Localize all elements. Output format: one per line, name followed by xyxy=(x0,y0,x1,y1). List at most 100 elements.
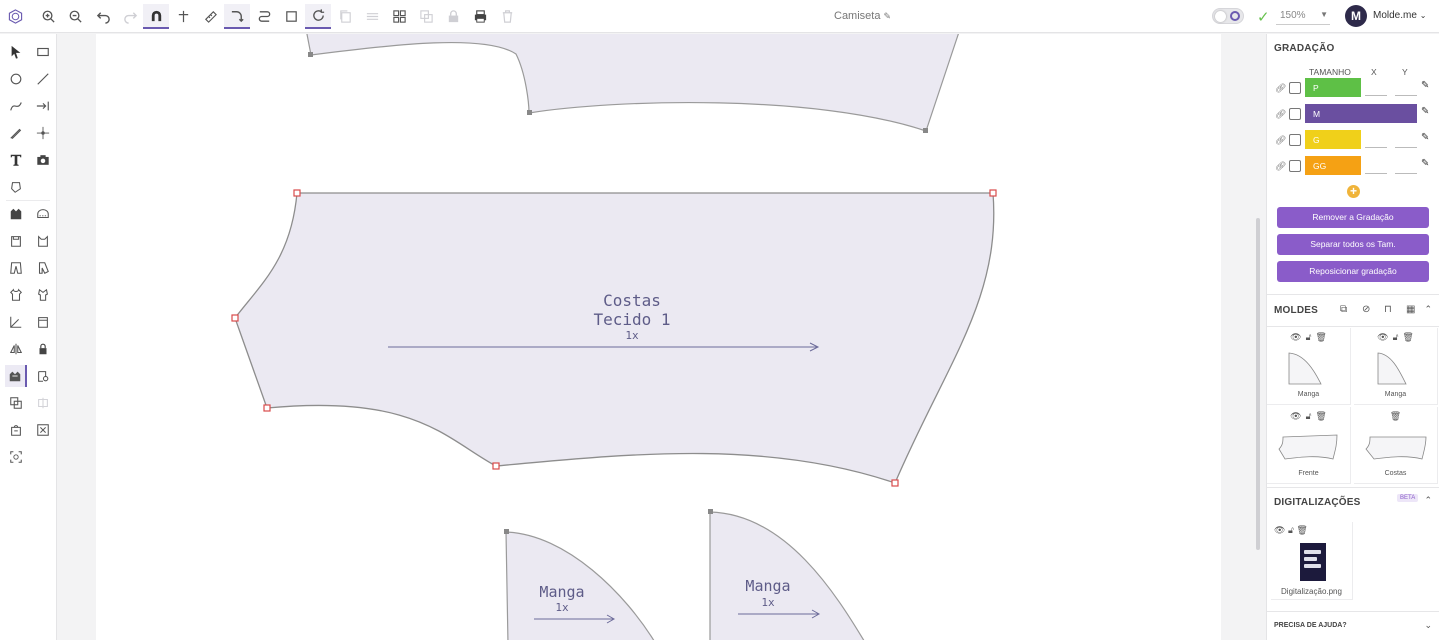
line-icon[interactable] xyxy=(32,68,54,90)
size-p-bar[interactable]: P xyxy=(1305,78,1361,97)
theme-toggle[interactable] xyxy=(1212,8,1244,24)
add-size-icon[interactable]: + xyxy=(1347,185,1360,198)
piece-search-icon[interactable] xyxy=(32,365,54,387)
camera-icon[interactable] xyxy=(32,149,54,171)
pencil-icon[interactable]: ✎ xyxy=(1421,158,1429,169)
undo-icon[interactable] xyxy=(90,4,116,29)
y-input[interactable] xyxy=(1395,173,1417,174)
pants-icon[interactable] xyxy=(5,257,27,279)
eye-icon[interactable]: 👁︎ xyxy=(1377,332,1388,342)
shirt-icon[interactable] xyxy=(5,284,27,306)
sleeve-icon[interactable] xyxy=(32,257,54,279)
magnet-icon[interactable] xyxy=(143,4,169,29)
shirt-mold-icon[interactable]: ⊓ xyxy=(1384,304,1392,315)
seam-icon[interactable] xyxy=(32,203,54,225)
lasso-icon[interactable] xyxy=(5,176,27,198)
duplicate-mold-icon[interactable]: ⧉ xyxy=(1340,304,1347,315)
eye-icon[interactable]: 👁︎ xyxy=(1274,525,1285,535)
redo-icon[interactable] xyxy=(117,4,143,29)
mold-card[interactable]: 🗑︎ Costas xyxy=(1354,407,1438,484)
piece-icon[interactable] xyxy=(5,230,27,252)
pencil-icon[interactable] xyxy=(5,122,27,144)
split-icon[interactable] xyxy=(32,392,54,414)
avatar[interactable]: M xyxy=(1345,5,1367,27)
grid-view-icon[interactable]: ▦ xyxy=(1406,304,1415,315)
y-input[interactable] xyxy=(1395,147,1417,148)
rectangle-icon[interactable] xyxy=(32,41,54,63)
circle-icon[interactable] xyxy=(5,68,27,90)
mold-card[interactable]: 👁︎ 🔓︎ 🗑︎ Manga xyxy=(1267,328,1351,405)
size-checkbox[interactable] xyxy=(1289,160,1301,172)
size-g-bar[interactable]: G xyxy=(1305,130,1361,149)
angle-icon[interactable] xyxy=(5,311,27,333)
bodice-icon[interactable] xyxy=(32,284,54,306)
duplicate-icon[interactable] xyxy=(413,4,439,29)
zoom-in-icon[interactable] xyxy=(35,4,61,29)
x-input[interactable] xyxy=(1365,147,1387,148)
size-m-bar[interactable]: M xyxy=(1305,104,1417,123)
eye-icon[interactable]: 👁︎ xyxy=(1290,332,1301,342)
bag-icon[interactable] xyxy=(5,419,27,441)
trash-icon[interactable]: 🗑︎ xyxy=(1315,411,1326,421)
edit-title-icon[interactable]: ✎ xyxy=(884,11,892,21)
drawing-canvas[interactable]: Costas Tecido 1 1x Manga 1x Manga 1x xyxy=(96,34,1221,640)
x-input[interactable] xyxy=(1365,95,1387,96)
eye-icon[interactable]: 👁︎ xyxy=(1290,411,1301,421)
unlock-icon[interactable]: 🔓︎ xyxy=(1306,332,1312,342)
mold-card[interactable]: 👁︎ 🔓︎ 🗑︎ Manga xyxy=(1354,328,1438,405)
canvas-scrollbar[interactable] xyxy=(1256,218,1260,550)
trash-icon[interactable]: 🗑︎ xyxy=(1390,411,1401,421)
link-icon[interactable]: 🔗︎ xyxy=(1275,135,1286,146)
frame-icon[interactable] xyxy=(278,4,304,29)
combine-icon[interactable] xyxy=(5,392,27,414)
copy-icon[interactable] xyxy=(332,4,358,29)
pencil-icon[interactable]: ✎ xyxy=(1421,106,1429,117)
trash-icon[interactable] xyxy=(494,4,520,29)
trash-icon[interactable]: 🗑︎ xyxy=(1402,332,1413,342)
lock-icon[interactable] xyxy=(440,4,466,29)
trash-icon[interactable]: 🗑︎ xyxy=(1315,332,1326,342)
remove-grading-button[interactable]: Remover a Gradação xyxy=(1277,207,1429,228)
unlock-icon[interactable]: 🔓︎ xyxy=(1393,332,1399,342)
help-title[interactable]: PRECISA DE AJUDA? xyxy=(1274,622,1347,629)
piece-lock-icon[interactable] xyxy=(32,338,54,360)
rotate-icon[interactable] xyxy=(305,4,331,29)
grid-icon[interactable] xyxy=(386,4,412,29)
frame-select-icon[interactable] xyxy=(32,419,54,441)
mirror-mold-icon[interactable]: ⊘ xyxy=(1362,304,1370,315)
path-icon[interactable] xyxy=(251,4,277,29)
curve-icon[interactable] xyxy=(5,95,27,117)
x-input[interactable] xyxy=(1365,173,1387,174)
separate-sizes-button[interactable]: Separar todos os Tam. xyxy=(1277,234,1429,255)
point-icon[interactable] xyxy=(32,122,54,144)
size-checkbox[interactable] xyxy=(1289,108,1301,120)
curve-tool-icon[interactable] xyxy=(224,4,250,29)
trash-icon[interactable]: 🗑︎ xyxy=(1296,525,1307,535)
unlock-icon[interactable]: 🔓︎ xyxy=(1306,411,1312,421)
reposition-grading-button[interactable]: Reposicionar gradação xyxy=(1277,261,1429,282)
mirror-icon[interactable] xyxy=(5,338,27,360)
size-checkbox[interactable] xyxy=(1289,82,1301,94)
collar-icon[interactable] xyxy=(32,230,54,252)
y-input[interactable] xyxy=(1395,95,1417,96)
mold-card[interactable]: 👁︎ 🔓︎ 🗑︎ Frente xyxy=(1267,407,1351,484)
print-icon[interactable] xyxy=(467,4,493,29)
chevron-down-icon[interactable]: ⌄ xyxy=(1424,620,1432,631)
extend-line-icon[interactable] xyxy=(32,95,54,117)
fold-icon[interactable] xyxy=(5,203,27,225)
size-checkbox[interactable] xyxy=(1289,134,1301,146)
zoom-out-icon[interactable] xyxy=(62,4,88,29)
collapse-icon[interactable]: ⌃ xyxy=(1424,304,1432,315)
user-menu[interactable]: Molde.me ⌄ xyxy=(1373,10,1426,21)
link-icon[interactable]: 🔗︎ xyxy=(1275,109,1286,120)
logo-icon[interactable] xyxy=(2,4,28,29)
collapse-icon[interactable]: ⌃ xyxy=(1424,495,1432,506)
ruler-icon[interactable] xyxy=(197,4,223,29)
pencil-icon[interactable]: ✎ xyxy=(1421,132,1429,143)
scan-card[interactable]: 👁︎ 🔓︎ 🗑︎ Digitalização.png xyxy=(1271,522,1353,600)
document-title[interactable]: Camiseta ✎ xyxy=(834,10,891,22)
pencil-icon[interactable]: ✎ xyxy=(1421,80,1429,91)
size-gg-bar[interactable]: GG xyxy=(1305,156,1361,175)
link-icon[interactable]: 🔗︎ xyxy=(1275,83,1286,94)
guide-icon[interactable] xyxy=(170,4,196,29)
